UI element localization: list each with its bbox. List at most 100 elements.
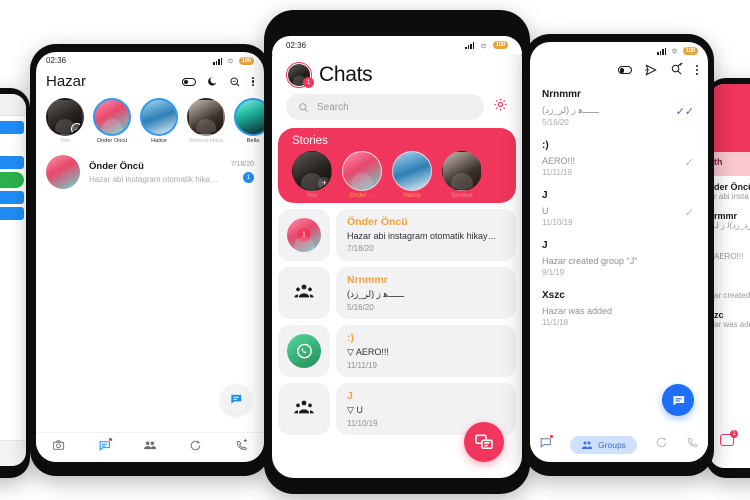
chat-list-item[interactable]: :) ▽ AERO!!! 11/11/19	[278, 325, 516, 377]
group-icon	[294, 283, 314, 304]
chat-name: rmmr	[714, 211, 738, 221]
story-label: Önder …	[349, 192, 375, 199]
app-header: 1 Chats	[272, 54, 522, 94]
story-label: Bella	[246, 138, 260, 144]
search-input[interactable]: Search	[286, 94, 484, 120]
key-icon[interactable]	[670, 63, 684, 77]
phone-right: ☼ 100 Nrnmmr ــــــﻫ ﺯ (ﻟﺮ_ﺯﺩ) 5/16/20 ✓…	[524, 34, 714, 476]
avatar[interactable]: 1	[286, 62, 314, 88]
status-bar: ☼ 100	[530, 42, 708, 55]
search-icon	[299, 102, 308, 112]
avatar	[46, 155, 80, 189]
chat-name: Önder Öncü	[89, 160, 144, 172]
chat-list-item[interactable]: 1 Önder Öncü Hazar abi instagram otomati…	[278, 209, 516, 261]
story-label: You	[306, 192, 318, 199]
chat-date: 9/1/19	[542, 268, 565, 277]
far-right-band-label: th	[710, 152, 750, 176]
chat-list-item[interactable]: Xszc Hazar was added 11/1/18	[542, 284, 696, 334]
new-chat-fab[interactable]	[662, 384, 694, 416]
list-item	[0, 191, 24, 204]
chat-list-item[interactable]: :) AERO!!! 11/11/19 ✓	[542, 134, 696, 184]
status-bar: 02:36 ☼ 100	[36, 52, 264, 67]
story-item[interactable]: Önder Öncü	[93, 98, 131, 144]
chat-preview: ▽ U	[347, 405, 363, 415]
story-item[interactable]: Hatice	[140, 98, 178, 144]
people-icon[interactable]	[143, 438, 157, 457]
background-phone-left: RT ــــــ ﺯ com :) Test Test Test Test T…	[0, 88, 30, 478]
chat-name: Xszc	[542, 290, 565, 301]
chat-date: 11/11/19	[542, 168, 572, 177]
moon-icon[interactable]	[207, 76, 218, 87]
story-label: Önder Öncü	[96, 138, 128, 144]
new-chat-fab[interactable]	[221, 384, 251, 414]
avatar-badge: 1	[303, 77, 314, 88]
story-item[interactable]: Semnur Hoca	[187, 98, 225, 144]
stories-icon[interactable]	[655, 436, 668, 454]
unread-badge: 1	[243, 172, 254, 183]
story-label: Hatice	[403, 192, 421, 199]
background-phone-left-screen: RT ــــــ ﺯ com :) Test Test Test Test T…	[0, 94, 26, 466]
send-icon[interactable]	[644, 63, 658, 77]
call-icon[interactable]	[686, 436, 699, 454]
list-item: zc ar was add	[710, 304, 750, 333]
chat-list-item[interactable]: Nrnmmr ــــــﻫ ﺯ (ﻟﺮ_ﺯﺩ) 5/16/20 ✓✓	[542, 83, 696, 134]
list-item	[0, 172, 24, 188]
story-label: You	[60, 138, 70, 144]
avatar-tile	[278, 325, 330, 377]
wifi-icon: ☼	[479, 39, 488, 50]
chat-date: 5/16/20	[542, 118, 569, 127]
chat-name: J	[347, 390, 353, 402]
chat-name: Nrnmmr	[347, 274, 388, 286]
tab-groups[interactable]: Groups	[570, 436, 637, 454]
chat-preview: U	[542, 206, 549, 216]
toggle-pill-icon[interactable]	[617, 66, 632, 74]
chat-preview: Hazar created group "J"	[542, 256, 638, 266]
story-item[interactable]: Semnur	[442, 151, 482, 199]
story-item[interactable]: Hatice	[392, 151, 432, 199]
new-chat-fab[interactable]	[464, 422, 504, 462]
people-icon	[582, 441, 593, 449]
far-left-message-list: ــــــ ﺯ com :) Test Test Test Test Test…	[0, 116, 26, 416]
avatar-tile	[278, 267, 330, 319]
battery-indicator: 100	[492, 41, 508, 49]
overflow-menu-icon[interactable]	[695, 65, 698, 75]
add-story-icon[interactable]: +	[318, 177, 331, 190]
stories-section: Stories + You Önder … Hatice Semnur	[278, 128, 516, 203]
chat-name: J	[542, 190, 548, 201]
overflow-menu-icon[interactable]	[251, 76, 254, 87]
list-item: rmmr ﻟ ﺯﺩ_ﺯﺩ)ﻟ ﺯ ﻟـ	[710, 205, 750, 234]
call-add-icon[interactable]	[235, 438, 248, 457]
chat-name: J	[542, 240, 548, 251]
chat-list-item[interactable]: J Hazar created group "J" 9/1/19	[542, 234, 696, 284]
stories-icon[interactable]	[189, 439, 202, 457]
chat-preview: Hazar abi instagram otomatik hikaye g…	[89, 174, 222, 184]
story-item-you[interactable]: + You	[292, 151, 332, 199]
story-item[interactable]: Önder …	[342, 151, 382, 199]
search-placeholder: Search	[317, 101, 349, 113]
gear-icon[interactable]	[493, 97, 508, 117]
chat-list-item[interactable]: Önder Öncü Hazar abi instagram otomatik …	[36, 148, 264, 196]
add-story-icon[interactable]: +	[71, 123, 82, 134]
battery-indicator: 100	[682, 46, 698, 55]
chat-preview: Hazar was added	[542, 306, 613, 316]
chat-preview: ar was add	[714, 320, 750, 329]
list-item: com :)	[0, 207, 24, 220]
chat-name: :)	[542, 140, 549, 151]
camera-icon[interactable]	[52, 439, 65, 457]
story-item-you[interactable]: + You	[46, 98, 84, 144]
chat-preview: ar created g	[714, 291, 750, 300]
list-item: der Öncü r abi insta	[710, 176, 750, 205]
chat-name: Nrnmmr	[542, 89, 581, 100]
chats-icon[interactable]	[539, 434, 555, 454]
page-title: Chats	[319, 63, 373, 86]
search-icon[interactable]	[229, 76, 241, 88]
group-icon	[294, 399, 314, 420]
read-receipt-icon: ✓✓	[675, 106, 694, 118]
chat-date: 11/10/19	[542, 218, 573, 227]
chats-icon[interactable]	[98, 436, 113, 457]
story-item[interactable]: Bella	[234, 98, 264, 144]
toggle-pill-icon[interactable]	[181, 77, 196, 86]
chat-list-item[interactable]: J U 11/10/19 ✓	[542, 184, 696, 234]
chat-list-item[interactable]: Nrnmmr ــــــﻫ ﺯ (ﻟﺮ_ﺯﺩ) 5/16/20	[278, 267, 516, 319]
wifi-icon: ☼	[226, 55, 235, 65]
